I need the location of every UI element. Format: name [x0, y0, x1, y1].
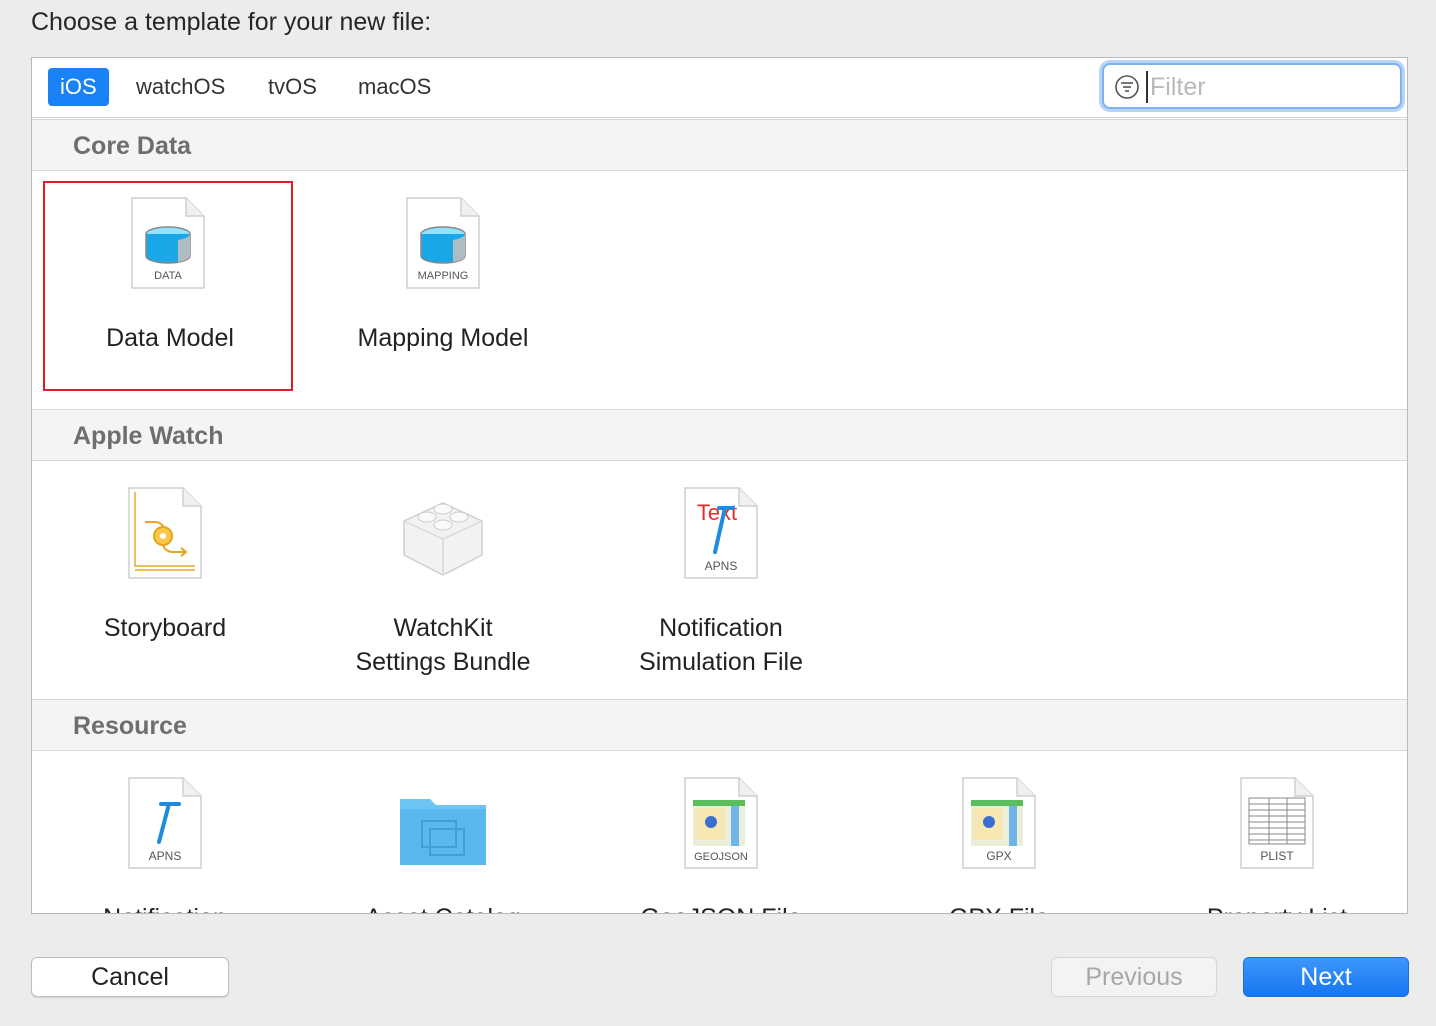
- mapping-model-icon: MAPPING: [406, 197, 480, 289]
- filter-input[interactable]: [1146, 71, 1392, 103]
- geojson-map-icon: GEOJSON: [684, 777, 758, 869]
- template-label: Notification: [40, 901, 290, 913]
- template-data-model[interactable]: DATA Data Model: [43, 181, 293, 391]
- svg-text:GEOJSON: GEOJSON: [694, 851, 748, 863]
- template-label: Mapping Model: [357, 324, 529, 352]
- next-button[interactable]: Next: [1243, 957, 1409, 997]
- template-mapping-model[interactable]: MAPPING Mapping Model: [318, 181, 568, 391]
- template-watchkit-settings-bundle[interactable]: WatchKit Settings Bundle: [318, 473, 568, 693]
- section-title: Apple Watch: [73, 422, 224, 450]
- label-line: Settings Bundle: [355, 648, 531, 676]
- storyboard-icon: [128, 487, 202, 579]
- label-line: Simulation File: [639, 648, 803, 676]
- filter-field[interactable]: [1102, 63, 1402, 109]
- section-title: Core Data: [73, 132, 192, 160]
- template-label: GPX File: [874, 901, 1124, 913]
- tab-ios[interactable]: iOS: [48, 68, 109, 106]
- svg-text:PLIST: PLIST: [1260, 849, 1294, 863]
- template-gpx-file[interactable]: GPX GPX File: [874, 763, 1124, 913]
- template-property-list[interactable]: PLIST Property List: [1152, 763, 1402, 913]
- filter-icon: [1115, 75, 1139, 99]
- svg-text:GPX: GPX: [986, 849, 1011, 863]
- svg-text:Text: Text: [697, 500, 737, 525]
- template-storyboard[interactable]: Storyboard: [40, 473, 290, 693]
- template-label: Asset Catalog: [318, 901, 568, 913]
- plist-icon: PLIST: [1240, 777, 1314, 869]
- tab-macos[interactable]: macOS: [346, 68, 443, 106]
- cancel-button[interactable]: Cancel: [31, 957, 229, 997]
- template-label: Data Model: [106, 324, 234, 352]
- template-label: GeoJSON File: [596, 901, 846, 913]
- tab-tvos[interactable]: tvOS: [256, 68, 329, 106]
- previous-button[interactable]: Previous: [1051, 957, 1217, 997]
- data-model-icon: DATA: [131, 197, 205, 289]
- section-header-apple-watch: Apple Watch: [32, 409, 1407, 461]
- template-label: Property List: [1152, 901, 1402, 913]
- dialog-prompt: Choose a template for your new file:: [31, 8, 432, 36]
- tab-watchos[interactable]: watchOS: [124, 68, 237, 106]
- template-panel: iOS watchOS tvOS macOS Core Data DATA Da…: [31, 57, 1408, 914]
- svg-text:MAPPING: MAPPING: [418, 270, 469, 282]
- template-asset-catalog[interactable]: Asset Catalog: [318, 763, 568, 913]
- section-header-resource: Resource: [32, 699, 1407, 751]
- settings-bundle-icon: [403, 502, 483, 576]
- section-title: Resource: [73, 712, 187, 740]
- apns-icon: APNS: [128, 777, 202, 869]
- template-label: WatchKit Settings Bundle: [318, 611, 568, 679]
- asset-catalog-folder-icon: [400, 799, 486, 865]
- template-notification[interactable]: APNS Notification: [40, 763, 290, 913]
- svg-text:APNS: APNS: [705, 559, 738, 573]
- svg-text:DATA: DATA: [154, 270, 182, 282]
- svg-text:APNS: APNS: [149, 849, 182, 863]
- section-header-core-data: Core Data: [32, 119, 1407, 171]
- template-label: Storyboard: [103, 614, 227, 642]
- template-label: Notification Simulation File: [596, 611, 846, 679]
- apns-text-icon: Text APNS: [684, 487, 758, 579]
- platform-tab-bar: iOS watchOS tvOS macOS: [32, 58, 1407, 118]
- template-geojson-file[interactable]: GEOJSON GeoJSON File: [596, 763, 846, 913]
- label-line: Notification: [659, 614, 783, 642]
- gpx-map-icon: GPX: [962, 777, 1036, 869]
- label-line: WatchKit: [393, 614, 493, 642]
- template-notification-simulation-file[interactable]: Text APNS Notification Simulation File: [596, 473, 846, 693]
